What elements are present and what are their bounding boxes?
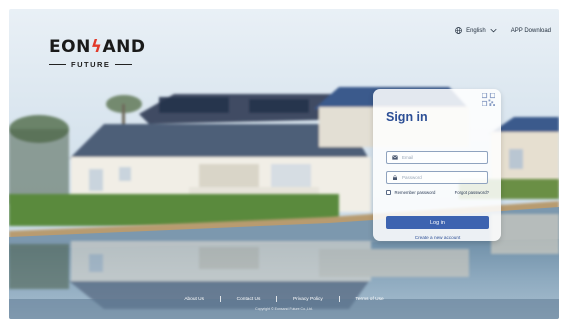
login-page: EONϟAND FUTURE English APP Download Sign… (9, 9, 559, 319)
app-download-link[interactable]: APP Download (511, 28, 551, 34)
privacy-policy-link[interactable]: Privacy Policy (277, 297, 339, 302)
email-field[interactable] (386, 151, 488, 164)
brand-logo[interactable]: EONϟAND FUTURE (49, 37, 145, 69)
remember-label: Remember password (394, 190, 436, 195)
logo-wordmark: EONϟAND (49, 37, 145, 57)
chevron-down-icon (490, 28, 497, 33)
qr-code-icon[interactable] (482, 93, 495, 106)
email-input[interactable] (402, 155, 482, 160)
remember-row: Remember password Forgot password? (386, 190, 489, 195)
email-icon (392, 155, 398, 160)
lock-icon (393, 175, 397, 180)
checkbox-icon[interactable] (386, 190, 391, 195)
tagline-rule-left (49, 63, 66, 66)
lightning-bolt-icon: ϟ (90, 37, 103, 57)
password-input[interactable] (402, 175, 482, 180)
terms-of-use-link[interactable]: Terms of Use (339, 297, 399, 302)
copyright-text: Copyright © Eonsand Future Co.,Ltd. (255, 307, 313, 311)
about-us-link[interactable]: About Us (168, 297, 220, 302)
logo-text-left: EON (49, 37, 91, 57)
tagline-rule-right (115, 63, 133, 66)
logo-tagline-row: FUTURE (49, 60, 139, 69)
logo-tagline: FUTURE (71, 60, 111, 69)
logo-text-right: AND (102, 37, 146, 57)
create-account-link[interactable]: Create a new account (386, 235, 489, 240)
forgot-password-link[interactable]: Forgot password? (455, 190, 489, 195)
password-field[interactable] (386, 171, 488, 184)
login-button[interactable]: Log in (386, 216, 489, 229)
language-label: English (466, 27, 486, 34)
signin-title: Sign in (386, 110, 428, 124)
remember-password-toggle[interactable]: Remember password (386, 190, 435, 195)
footer-links: About Us Contact Us Privacy Policy Terms… (9, 294, 559, 304)
globe-icon (455, 27, 462, 34)
top-bar: English APP Download (455, 27, 551, 34)
contact-us-link[interactable]: Contact Us (221, 297, 277, 302)
signin-card: Sign in Remember password Forgot passwor… (373, 89, 501, 241)
language-selector[interactable]: English (455, 27, 497, 34)
